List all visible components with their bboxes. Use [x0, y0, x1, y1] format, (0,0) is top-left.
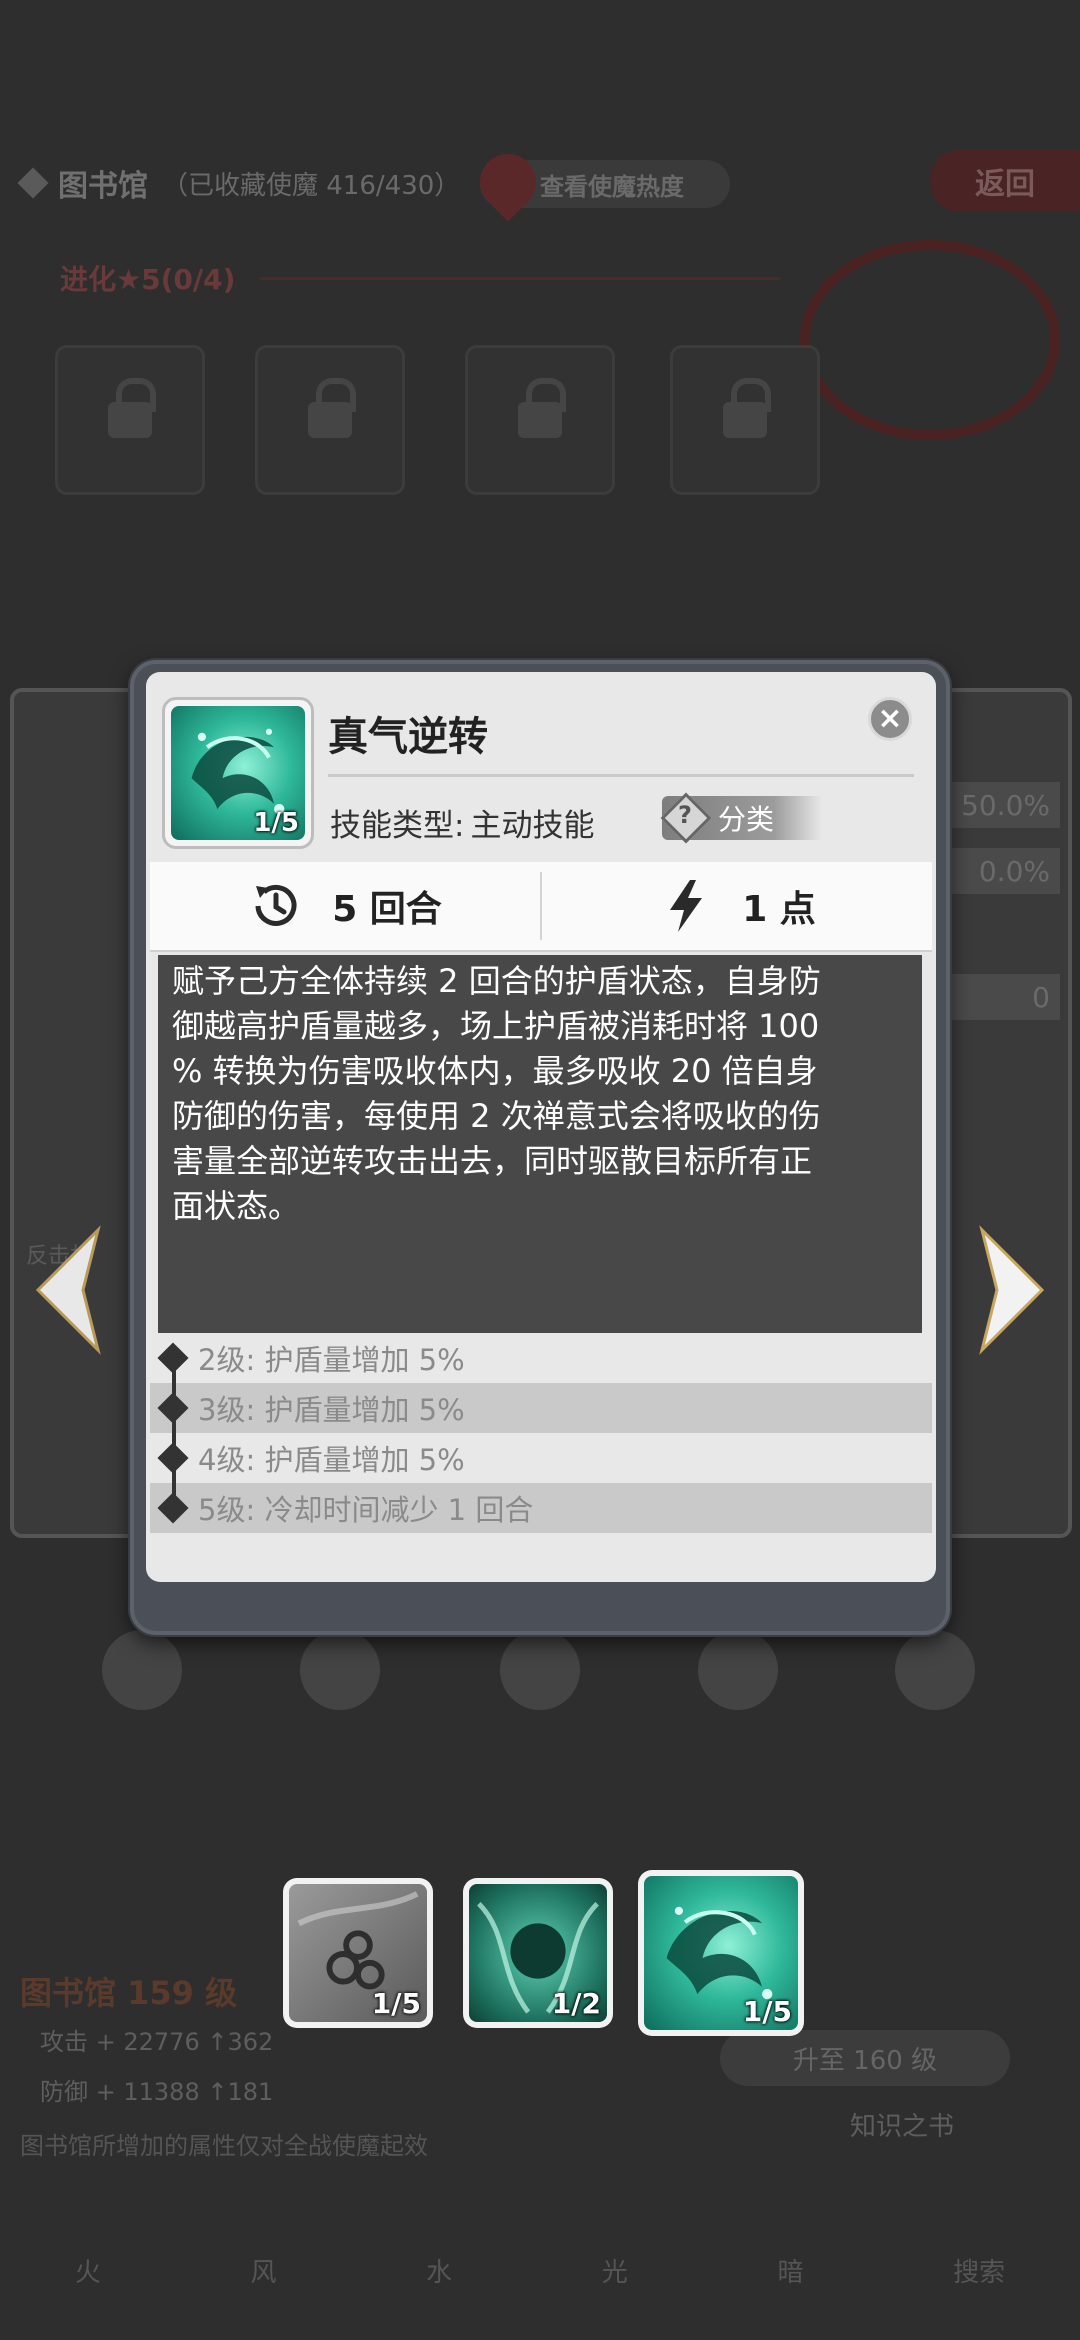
- green-dragon-skill-icon: 1/5: [171, 706, 305, 840]
- swirl-ornament: [800, 240, 1060, 440]
- skill-type-row: 技能类型: 主动技能: [330, 800, 594, 845]
- attack-bonus: 攻击 + 22776 ↑362: [40, 2028, 274, 2056]
- skill-fraction: 1/5: [742, 1995, 792, 2028]
- green-orb-skill-icon: 1/2: [469, 1884, 607, 2022]
- library-title: 图书馆: [58, 169, 148, 204]
- locked-slot[interactable]: [55, 345, 205, 495]
- level-row: 3级: 护盾量增加 5%: [150, 1383, 932, 1433]
- question-mark-glyph: ?: [678, 801, 692, 829]
- skill-icon-card: 1/5: [162, 697, 314, 849]
- category-tag[interactable]: ? 分类: [660, 792, 822, 844]
- level-text: 4级: 护盾量增加 5%: [198, 1443, 465, 1477]
- fire-element-icon[interactable]: [102, 1630, 182, 1710]
- library-header: 图书馆 （已收藏使魔 416/430）: [17, 158, 461, 208]
- close-icon: ×: [877, 701, 903, 736]
- light-element-icon[interactable]: [698, 1630, 778, 1710]
- cooldown-value: 5 回合: [332, 889, 442, 930]
- skill-selector-card[interactable]: 1/2: [463, 1878, 613, 2028]
- locked-slot[interactable]: [465, 345, 615, 495]
- upgrade-button[interactable]: 升至 160 级: [720, 2030, 1010, 2086]
- level-text: 3级: 护盾量增加 5%: [198, 1393, 465, 1427]
- element-tab-bar: 火 风 水 光 暗 搜索: [0, 2230, 1080, 2310]
- hot-rank-button[interactable]: 查看使魔热度: [468, 142, 730, 222]
- green-dragon-skill-icon: 1/5: [644, 1876, 798, 2030]
- skill-level-fraction: 1/5: [253, 808, 299, 838]
- tab-water[interactable]: 水: [426, 2252, 452, 2289]
- panel-stat: 0: [950, 974, 1060, 1020]
- skill-selector-card[interactable]: 1/5: [283, 1878, 433, 2028]
- previous-arrow-icon[interactable]: [28, 1225, 108, 1355]
- dark-element-icon[interactable]: [895, 1630, 975, 1710]
- tab-fire[interactable]: 火: [75, 2252, 101, 2289]
- skill-fraction: 1/5: [371, 1987, 421, 2020]
- upgrade-label: 升至 160 级: [792, 2045, 938, 2076]
- tab-dark[interactable]: 暗: [777, 2252, 803, 2289]
- back-label: 返回: [975, 167, 1035, 202]
- skill-stats-bar: 5 回合 1 点: [150, 862, 932, 952]
- skill-type-label: 技能类型:: [330, 808, 465, 844]
- skill-description: 赋予己方全体持续 2 回合的护盾状态，自身防 御越高护盾量越多，场上护盾被消耗时…: [158, 955, 922, 1333]
- water-element-icon[interactable]: [500, 1630, 580, 1710]
- lightning-icon: [670, 880, 703, 932]
- knowledge-book-label: 知识之书: [850, 2112, 955, 2142]
- close-button[interactable]: ×: [868, 697, 912, 741]
- panel-stat: 0.0%: [950, 848, 1060, 894]
- wind-element-icon[interactable]: [300, 1630, 380, 1710]
- tab-light[interactable]: 光: [602, 2252, 628, 2289]
- locked-slot[interactable]: [670, 345, 820, 495]
- level-row: 2级: 护盾量增加 5%: [150, 1333, 932, 1383]
- cost-value: 1 点: [742, 889, 816, 930]
- lock-icon: [108, 378, 156, 438]
- tab-search[interactable]: 搜索: [953, 2252, 1005, 2289]
- clock-icon: [255, 884, 297, 926]
- category-label: 分类: [718, 803, 775, 836]
- hot-rank-label: 查看使魔热度: [540, 172, 684, 201]
- level-upgrade-list: 2级: 护盾量增加 5% 3级: 护盾量增加 5% 4级: 护盾量增加 5% 5…: [150, 1333, 932, 1533]
- skill-name: 真气逆转: [328, 714, 488, 760]
- library-level: 图书馆 159 级: [20, 1974, 238, 2012]
- diamond-icon: [17, 167, 49, 199]
- level-row: 5级: 冷却时间减少 1 回合: [150, 1483, 932, 1533]
- collection-count: （已收藏使魔 416/430）: [162, 170, 461, 201]
- panel-stat: 50.0%: [950, 782, 1060, 828]
- cost-stat: 1 点: [542, 862, 932, 950]
- skill-type-value: 主动技能: [470, 808, 595, 844]
- grey-cloud-skill-icon: 1/5: [289, 1884, 427, 2022]
- skill-fraction: 1/2: [551, 1987, 601, 2020]
- evolve-divider: [260, 277, 780, 280]
- skill-selector-card-selected[interactable]: 1/5: [638, 1870, 804, 2036]
- evolve-label: 进化★5(0/4): [60, 263, 236, 296]
- level-row: 4级: 护盾量增加 5%: [150, 1433, 932, 1483]
- level-text: 5级: 冷却时间减少 1 回合: [198, 1493, 534, 1527]
- title-divider: [328, 774, 914, 777]
- next-arrow-icon[interactable]: [972, 1225, 1052, 1355]
- tab-wind[interactable]: 风: [250, 2252, 276, 2289]
- defense-bonus: 防御 + 11388 ↑181: [40, 2078, 274, 2106]
- level-text: 2级: 护盾量增加 5%: [198, 1343, 465, 1377]
- library-note: 图书馆所增加的属性仅对全战使魔起效: [20, 2132, 428, 2160]
- lock-icon: [308, 378, 356, 438]
- lock-icon: [518, 378, 566, 438]
- back-button[interactable]: 返回: [930, 150, 1080, 212]
- locked-slot[interactable]: [255, 345, 405, 495]
- level-timeline-spine: [172, 1352, 176, 1510]
- cooldown-stat: 5 回合: [150, 862, 540, 950]
- lock-icon: [723, 378, 771, 438]
